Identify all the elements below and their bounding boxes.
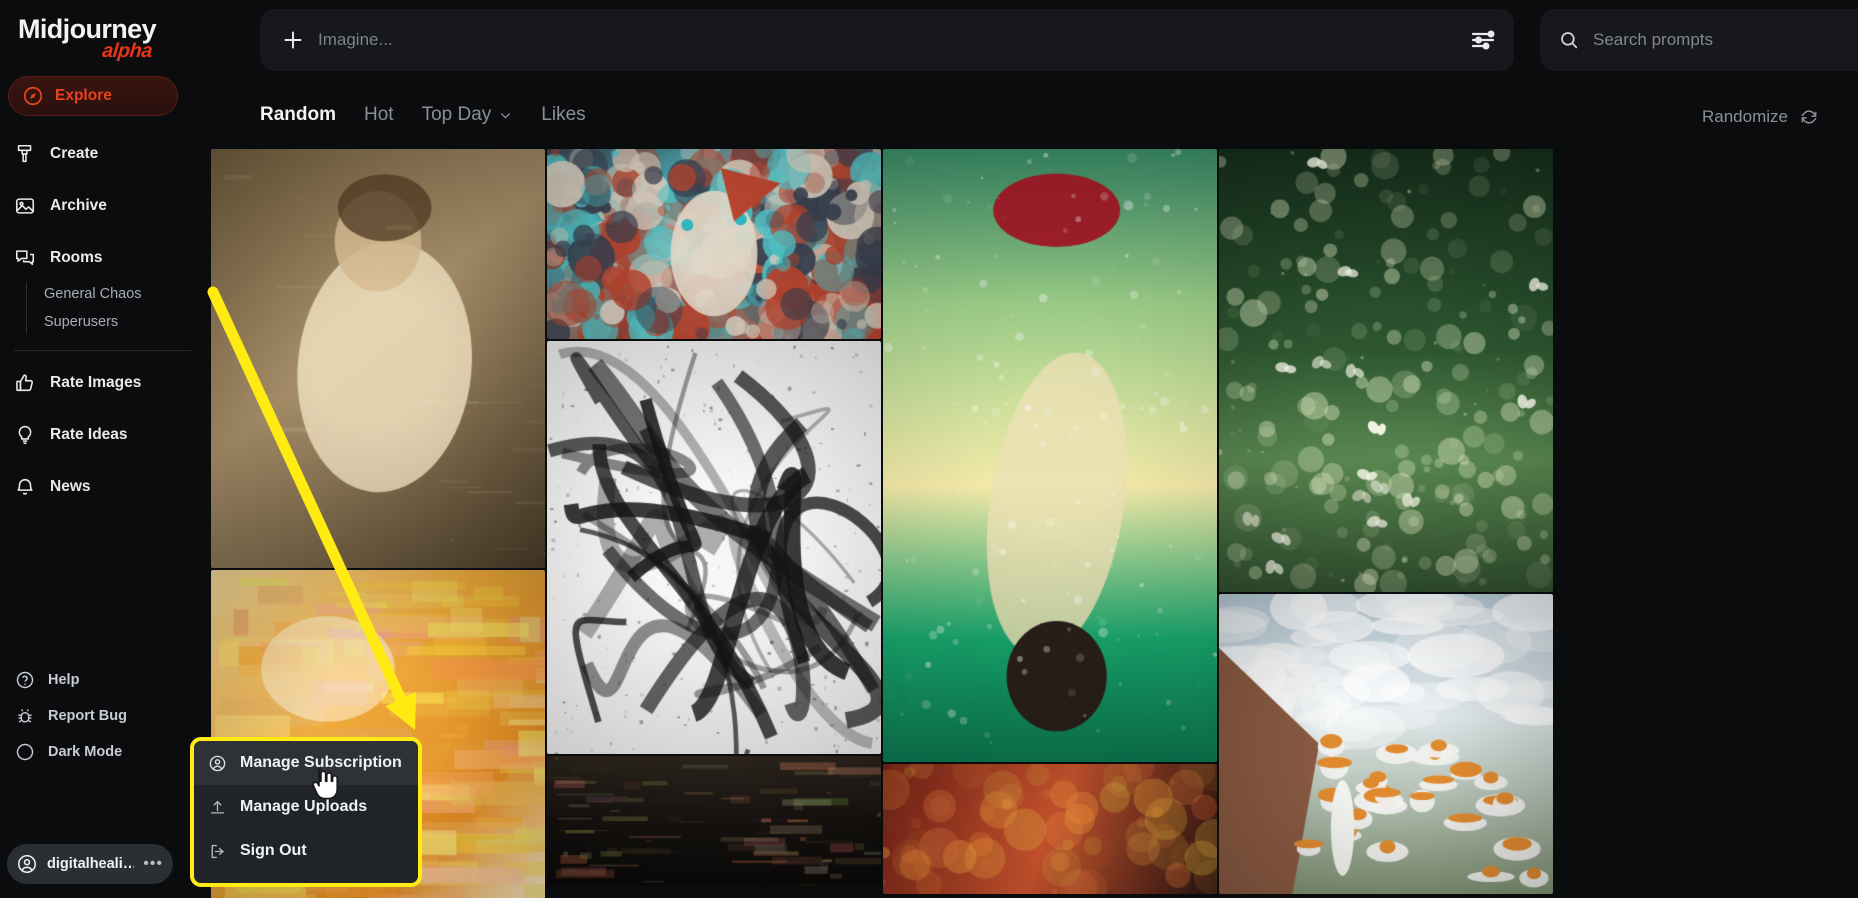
- dog-underwater-green: [883, 149, 1217, 762]
- app-logo-alpha: alpha: [101, 40, 154, 62]
- tab-label-likes: Likes: [541, 104, 586, 125]
- upload-icon: [210, 800, 225, 814]
- gallery-image-card[interactable]: [211, 149, 545, 568]
- sidebar-item-dark-mode[interactable]: Dark Mode: [0, 734, 211, 770]
- sidebar-item-help[interactable]: Help: [0, 662, 211, 698]
- ornate-shell-face-collage: [547, 149, 881, 339]
- user-circle-icon: [17, 854, 37, 874]
- gallery-image-card[interactable]: [547, 149, 881, 339]
- top-bar: [211, 0, 1858, 80]
- portrait-woman-cream-blouse: [211, 149, 545, 568]
- sidebar-label-report-bug: Report Bug: [48, 708, 127, 724]
- compass-icon: [23, 86, 43, 106]
- user-circle-icon: [209, 755, 226, 771]
- sidebar-item-news[interactable]: News: [0, 461, 211, 513]
- sidebar-nav: Create Archive Rooms General Chaos Super…: [0, 128, 211, 513]
- menu-label-sign-out: Sign Out: [240, 842, 307, 859]
- bell-icon: [17, 478, 33, 495]
- sidebar-label-archive: Archive: [50, 197, 107, 214]
- sidebar-item-archive[interactable]: Archive: [0, 180, 211, 232]
- image-icon: [15, 198, 35, 214]
- bug-icon: [18, 709, 32, 723]
- explore-label: Explore: [55, 87, 112, 104]
- sidebar-bottom-nav: Help Report Bug Dark Mode: [0, 662, 211, 770]
- search-input[interactable]: [1593, 30, 1858, 50]
- tab-random[interactable]: Random: [260, 104, 336, 126]
- refresh-icon: [1801, 110, 1817, 124]
- chevron-down-icon: [501, 112, 511, 118]
- tab-label-random: Random: [260, 104, 336, 125]
- chat-bubbles-icon: [15, 250, 35, 266]
- menu-item-sign-out[interactable]: Sign Out: [194, 829, 418, 873]
- menu-label-manage-uploads: Manage Uploads: [240, 798, 368, 815]
- gallery-image-card[interactable]: [883, 149, 1217, 762]
- sidebar-item-superusers[interactable]: Superusers: [28, 308, 211, 336]
- user-name: digitalheali…: [47, 856, 135, 872]
- plus-icon[interactable]: [280, 27, 306, 53]
- sidebar: Midjourney alpha Explore Create Archive: [0, 0, 211, 898]
- sidebar-label-rate-images: Rate Images: [50, 374, 142, 391]
- menu-item-manage-subscription[interactable]: Manage Subscription: [194, 741, 418, 785]
- sidebar-label-help: Help: [48, 672, 80, 688]
- futuristic-city-cliff: [1219, 594, 1553, 894]
- sidebar-item-rooms[interactable]: Rooms: [0, 232, 211, 284]
- gallery-image-card[interactable]: [1219, 594, 1553, 894]
- explore-button[interactable]: Explore: [8, 76, 178, 116]
- randomize-button[interactable]: Randomize: [1702, 107, 1819, 127]
- tab-likes[interactable]: Likes: [541, 104, 585, 126]
- black-white-brush-swirls: [547, 341, 881, 754]
- menu-label-manage-subscription: Manage Subscription: [240, 754, 402, 771]
- user-context-menu: Manage Subscription Manage Uploads Sign …: [190, 737, 422, 887]
- sidebar-divider: [14, 350, 191, 351]
- sidebar-item-rate-ideas[interactable]: Rate Ideas: [0, 409, 211, 461]
- randomize-label: Randomize: [1702, 107, 1788, 126]
- imagine-bar[interactable]: [260, 9, 1514, 71]
- tab-top-day[interactable]: Top Day: [422, 104, 514, 126]
- image-gallery-grid: [211, 149, 1858, 898]
- sidebar-label-create: Create: [50, 145, 99, 162]
- rooms-subnav: General Chaos Superusers: [0, 280, 211, 336]
- sidebar-item-general-chaos[interactable]: General Chaos: [28, 280, 211, 308]
- menu-item-manage-uploads[interactable]: Manage Uploads: [194, 785, 418, 829]
- dark-bottom-strip: [547, 756, 881, 886]
- sidebar-item-rate-images[interactable]: Rate Images: [0, 357, 211, 409]
- question-circle-icon: [16, 671, 34, 689]
- gallery-image-card[interactable]: [883, 764, 1217, 894]
- sign-out-icon: [211, 844, 224, 858]
- moon-icon: [16, 743, 34, 761]
- app-logo[interactable]: Midjourney alpha: [18, 14, 157, 62]
- imagine-input[interactable]: [318, 30, 1494, 50]
- sidebar-label-rooms: Rooms: [50, 249, 103, 266]
- gallery-image-card[interactable]: [1219, 149, 1553, 592]
- lightbulb-icon: [18, 425, 32, 445]
- user-profile-button[interactable]: digitalheali… •••: [7, 844, 173, 884]
- sidebar-item-report-bug[interactable]: Report Bug: [0, 698, 211, 734]
- red-warm-strip: [883, 764, 1217, 894]
- sidebar-label-rate-ideas: Rate Ideas: [50, 426, 128, 443]
- search-icon: [1561, 32, 1578, 49]
- sliders-icon[interactable]: [1468, 25, 1498, 55]
- gallery-image-card[interactable]: [547, 341, 881, 754]
- tabs-row: Random Hot Top Day Likes Randomize: [211, 80, 1858, 149]
- tab-label-hot: Hot: [364, 104, 394, 125]
- paintbrush-icon: [17, 144, 32, 163]
- gallery-image-card[interactable]: [547, 756, 881, 886]
- thumbs-up-icon: [16, 374, 33, 392]
- user-menu-dots-icon[interactable]: •••: [143, 856, 163, 872]
- tab-label-top-day: Top Day: [421, 104, 492, 125]
- green-pond-butterflies: [1219, 149, 1553, 592]
- tab-hot[interactable]: Hot: [364, 104, 394, 126]
- search-box[interactable]: [1540, 9, 1858, 71]
- sidebar-label-news: News: [50, 478, 91, 495]
- feed-tabs: Random Hot Top Day Likes: [260, 104, 586, 126]
- sidebar-label-dark-mode: Dark Mode: [48, 744, 123, 760]
- sidebar-item-create[interactable]: Create: [0, 128, 211, 180]
